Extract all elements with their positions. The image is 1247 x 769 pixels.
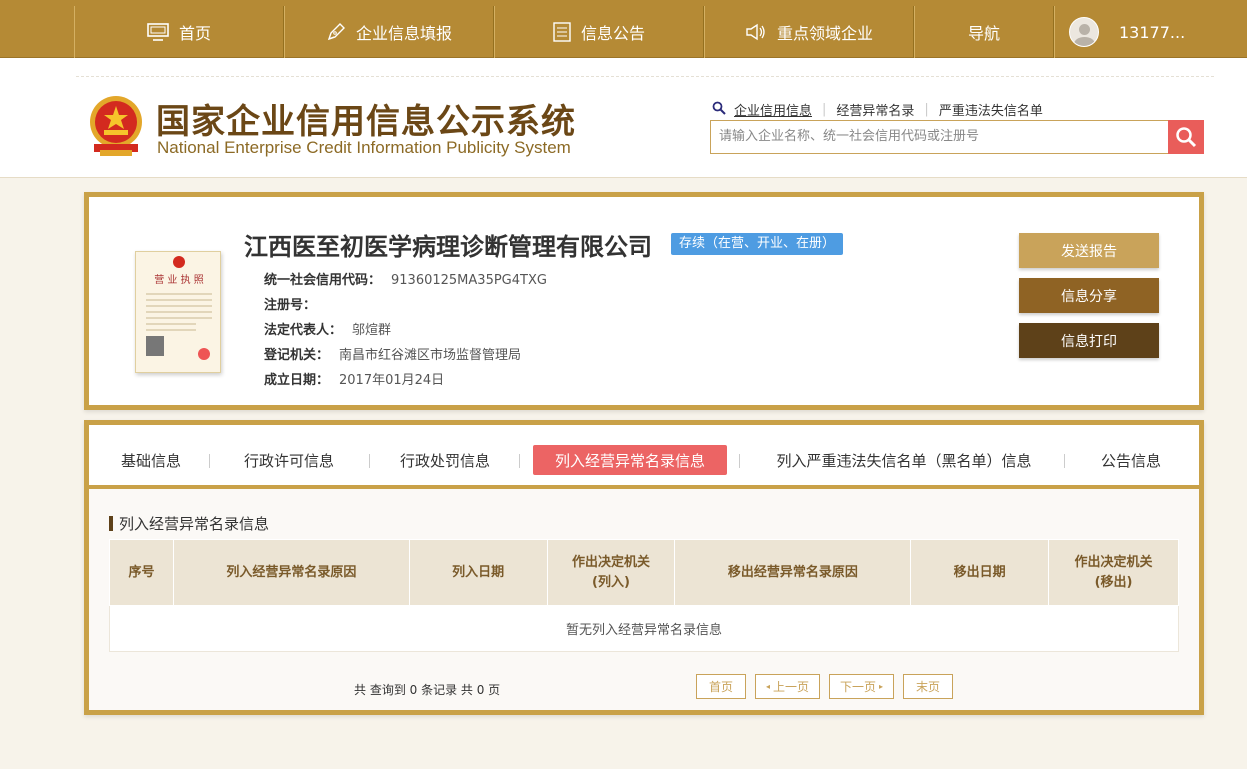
table-row: 暂无列入经营异常名录信息 [109, 605, 1179, 652]
nav-item-key-sectors[interactable]: 重点领域企业 [704, 6, 914, 58]
field-registration-authority: 登记机关： 南昌市红谷滩区市场监督管理局 [264, 344, 521, 363]
tab-divider [1064, 454, 1065, 468]
nav-item-home[interactable]: 首页 [74, 6, 284, 58]
nav-item-label: 信息公告 [580, 24, 645, 43]
tab-divider [209, 454, 210, 468]
avatar [1069, 17, 1099, 47]
field-establishment-date: 成立日期： 2017年01月24日 [264, 369, 444, 388]
field-value: 南昌市红谷滩区市场监督管理局 [339, 348, 522, 363]
nav-item-label: 企业信息填报 [355, 24, 452, 43]
site-logo-title[interactable]: 国家企业信用信息公示系统 [156, 94, 576, 143]
field-legal-representative: 法定代表人： 邬煊群 [264, 319, 391, 338]
tab-blacklist[interactable]: 列入严重违法失信名单（黑名单）信息 [761, 445, 1047, 475]
field-label: 登记机关： [264, 348, 330, 363]
column-header-removal-reason: 移出经营异常名录原因 [674, 539, 912, 606]
business-license-image[interactable]: 营 业 执 照 [135, 251, 221, 373]
search-tab-credit-info[interactable]: 企业信用信息 [726, 100, 822, 119]
tab-basic-info[interactable]: 基础信息 [105, 445, 197, 475]
tab-divider [739, 454, 740, 468]
tab-divider [369, 454, 370, 468]
column-header-listing-reason: 列入经营异常名录原因 [172, 539, 410, 606]
tab-announcements[interactable]: 公告信息 [1089, 445, 1173, 475]
pagination-summary: 共 查询到 0 条记录 共 0 页 [354, 683, 501, 697]
company-info-card: 营 业 执 照 江西医至初医学病理诊断管理有限公司 存续（在营、开业、在册） 统… [84, 192, 1204, 410]
print-info-button[interactable]: 信息打印 [1019, 323, 1159, 358]
pen-icon [326, 22, 346, 42]
field-value: 2017年01月24日 [339, 373, 445, 388]
column-header-removal-date: 移出日期 [910, 539, 1050, 606]
column-header-listing-date: 列入日期 [408, 539, 548, 606]
field-label: 成立日期： [264, 373, 330, 388]
table-header-row: 序号 列入经营异常名录原因 列入日期 作出决定机关 (列入) 移出经营异常名录原… [109, 539, 1179, 606]
search-input[interactable]: 请输入企业名称、统一社会信用代码或注册号 [710, 120, 1170, 154]
prev-page-button[interactable]: ◂ 上一页 [755, 674, 820, 699]
section-marker [109, 516, 113, 531]
document-icon [553, 22, 571, 42]
last-page-button[interactable]: 末页 [903, 674, 953, 699]
license-title: 营 业 执 照 [154, 273, 204, 286]
field-label: 统一社会信用代码： [264, 273, 382, 288]
field-credit-code: 统一社会信用代码： 91360125MA35PG4TXG [264, 269, 547, 288]
detail-panel: 基础信息 行政许可信息 行政处罚信息 列入经营异常名录信息 列入严重违法失信名单… [84, 420, 1204, 715]
top-navigation: 首页 企业信息填报 信息公告 重点领域企业 导航 13177... [0, 0, 1247, 58]
monitor-icon [147, 23, 169, 41]
tab-divider [519, 454, 520, 468]
tab-admin-penalty[interactable]: 行政处罚信息 [383, 445, 507, 475]
section-title: 列入经营异常名录信息 [109, 513, 269, 534]
tab-abnormal-list[interactable]: 列入经营异常名录信息 [533, 445, 727, 475]
column-header-listing-authority: 作出决定机关 (列入) [546, 539, 676, 606]
status-badge: 存续（在营、开业、在册） [671, 233, 844, 255]
field-label: 法定代表人： [264, 323, 343, 338]
first-page-button[interactable]: 首页 [696, 674, 746, 699]
header-divider [76, 76, 1214, 77]
chevron-left-icon: ◂ [765, 682, 770, 691]
detail-tabs: 基础信息 行政许可信息 行政处罚信息 列入经营异常名录信息 列入严重违法失信名单… [89, 425, 1199, 485]
column-header-removal-authority: 作出决定机关 (移出) [1048, 539, 1179, 606]
field-value: 91360125MA35PG4TXG [391, 273, 547, 288]
send-report-button[interactable]: 发送报告 [1019, 233, 1159, 268]
site-header: 国家企业信用信息公示系统 National Enterprise Credit … [0, 58, 1247, 178]
site-logo-subtitle: National Enterprise Credit Information P… [157, 138, 571, 157]
nav-item-label: 导航 [967, 24, 1000, 43]
empty-state-text: 暂无列入经营异常名录信息 [109, 605, 1179, 652]
search-type-tabs: 企业信用信息 | 经营异常名录 | 严重违法失信名单 [712, 100, 1053, 119]
national-emblem-icon [86, 94, 146, 158]
search-button[interactable] [1168, 120, 1204, 154]
next-page-label: 下一页 [839, 680, 876, 694]
nav-item-announcements[interactable]: 信息公告 [494, 6, 704, 58]
chevron-right-icon: ▸ [879, 682, 884, 691]
nav-bar: 首页 企业信息填报 信息公告 重点领域企业 导航 13177... [74, 6, 1244, 58]
section-title-text: 列入经营异常名录信息 [119, 515, 270, 533]
field-registration-number: 注册号： [264, 294, 326, 313]
nav-item-label: 首页 [178, 24, 211, 43]
tab-content: 列入经营异常名录信息 序号 列入经营异常名录原因 列入日期 作出决定机关 (列入… [89, 489, 1199, 710]
column-header-index: 序号 [109, 539, 174, 606]
user-menu[interactable]: 13177... [1054, 6, 1244, 58]
user-name: 13177... [1119, 22, 1186, 42]
search-tab-blacklist[interactable]: 严重违法失信名单 [929, 100, 1053, 119]
tab-admin-license[interactable]: 行政许可信息 [227, 445, 351, 475]
nav-item-label: 重点领域企业 [776, 24, 873, 43]
nav-item-navigation[interactable]: 导航 [914, 6, 1054, 58]
search-icon [1176, 127, 1197, 148]
company-name: 江西医至初医学病理诊断管理有限公司 [244, 233, 652, 261]
field-label: 注册号： [264, 298, 317, 313]
share-info-button[interactable]: 信息分享 [1019, 278, 1159, 313]
search-tab-abnormal-list[interactable]: 经营异常名录 [826, 100, 924, 119]
prev-page-label: 上一页 [773, 680, 810, 694]
speaker-icon [745, 23, 767, 41]
nav-item-enterprise-filing[interactable]: 企业信息填报 [284, 6, 494, 58]
search-icon [712, 101, 726, 119]
field-value: 邬煊群 [352, 323, 392, 338]
next-page-button[interactable]: 下一页 ▸ [829, 674, 894, 699]
abnormal-list-table: 序号 列入经营异常名录原因 列入日期 作出决定机关 (列入) 移出经营异常名录原… [109, 539, 1179, 652]
